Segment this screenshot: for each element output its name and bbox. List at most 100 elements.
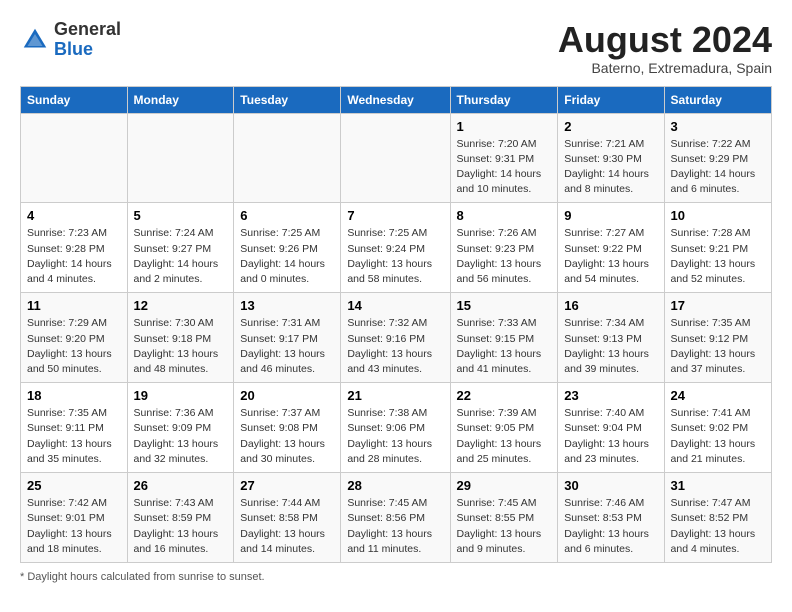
day-info-15: Sunrise: 7:33 AM Sunset: 9:15 PM Dayligh… — [457, 316, 552, 377]
col-saturday: Saturday — [664, 86, 771, 113]
day-number-3: 3 — [671, 119, 765, 134]
day-info-21: Sunrise: 7:38 AM Sunset: 9:06 PM Dayligh… — [347, 406, 443, 467]
cell-w5-d5: 30 Sunrise: 7:46 AM Sunset: 8:53 PM Dayli… — [558, 473, 664, 563]
day-info-14: Sunrise: 7:32 AM Sunset: 9:16 PM Dayligh… — [347, 316, 443, 377]
day-info-23: Sunrise: 7:40 AM Sunset: 9:04 PM Dayligh… — [564, 406, 657, 467]
day-number-9: 9 — [564, 208, 657, 223]
cell-w4-d6: 24Sunrise: 7:41 AM Sunset: 9:02 PM Dayli… — [664, 383, 771, 473]
day-info-12: Sunrise: 7:30 AM Sunset: 9:18 PM Dayligh… — [134, 316, 228, 377]
day-number-11: 11 — [27, 298, 121, 313]
day-info-11: Sunrise: 7:29 AM Sunset: 9:20 PM Dayligh… — [27, 316, 121, 377]
cell-w4-d4: 22 Sunrise: 7:39 AM Sunset: 9:05 PM Dayli… — [450, 383, 558, 473]
cell-w1-d6: 3 Sunrise: 7:22 AM Sunset: 9:29 PM Daylig… — [664, 113, 771, 203]
day-number-13: 13 — [240, 298, 334, 313]
cell-w3-d2: 13 Sunrise: 7:31 AM Sunset: 9:17 PM Dayli… — [234, 293, 341, 383]
cell-w4-d2: 20 Sunrise: 7:37 AM Sunset: 9:08 PM Dayli… — [234, 383, 341, 473]
day-info-18: Sunrise: 7:35 AM Sunset: 9:11 PM Dayligh… — [27, 406, 121, 467]
page-header: General Blue August 2024 Baterno, Extrem… — [20, 20, 772, 76]
day-info-9: Sunrise: 7:27 AM Sunset: 9:22 PM Dayligh… — [564, 226, 657, 287]
day-number-16: 16 — [564, 298, 657, 313]
cell-w3-d4: 15 Sunrise: 7:33 AM Sunset: 9:15 PM Dayli… — [450, 293, 558, 383]
week-row-5: 25Sunrise: 7:42 AM Sunset: 9:01 PM Dayli… — [21, 473, 772, 563]
day-number-30: 30 — [564, 478, 657, 493]
day-info-29: Sunrise: 7:45 AM Sunset: 8:55 PM Dayligh… — [457, 496, 552, 557]
cell-w5-d0: 25Sunrise: 7:42 AM Sunset: 9:01 PM Dayli… — [21, 473, 128, 563]
day-info-17: Sunrise: 7:35 AM Sunset: 9:12 PM Dayligh… — [671, 316, 765, 377]
day-number-24: 24 — [671, 388, 765, 403]
day-info-2: Sunrise: 7:21 AM Sunset: 9:30 PM Dayligh… — [564, 137, 657, 198]
col-tuesday: Tuesday — [234, 86, 341, 113]
day-info-20: Sunrise: 7:37 AM Sunset: 9:08 PM Dayligh… — [240, 406, 334, 467]
day-info-22: Sunrise: 7:39 AM Sunset: 9:05 PM Dayligh… — [457, 406, 552, 467]
day-number-14: 14 — [347, 298, 443, 313]
cell-w1-d5: 2 Sunrise: 7:21 AM Sunset: 9:30 PM Daylig… — [558, 113, 664, 203]
cell-w3-d5: 16Sunrise: 7:34 AM Sunset: 9:13 PM Dayli… — [558, 293, 664, 383]
day-info-13: Sunrise: 7:31 AM Sunset: 9:17 PM Dayligh… — [240, 316, 334, 377]
day-number-22: 22 — [457, 388, 552, 403]
cell-w2-d5: 9 Sunrise: 7:27 AM Sunset: 9:22 PM Daylig… — [558, 203, 664, 293]
day-info-5: Sunrise: 7:24 AM Sunset: 9:27 PM Dayligh… — [134, 226, 228, 287]
day-number-2: 2 — [564, 119, 657, 134]
header-row: Sunday Monday Tuesday Wednesday Thursday… — [21, 86, 772, 113]
day-number-7: 7 — [347, 208, 443, 223]
cell-w3-d0: 11 Sunrise: 7:29 AM Sunset: 9:20 PM Dayli… — [21, 293, 128, 383]
cell-w3-d6: 17 Sunrise: 7:35 AM Sunset: 9:12 PM Dayli… — [664, 293, 771, 383]
day-number-1: 1 — [457, 119, 552, 134]
day-number-4: 4 — [27, 208, 121, 223]
cell-w4-d0: 18 Sunrise: 7:35 AM Sunset: 9:11 PM Dayli… — [21, 383, 128, 473]
day-info-31: Sunrise: 7:47 AM Sunset: 8:52 PM Dayligh… — [671, 496, 765, 557]
cell-w1-d2 — [234, 113, 341, 203]
cell-w2-d0: 4Sunrise: 7:23 AM Sunset: 9:28 PM Daylig… — [21, 203, 128, 293]
day-number-17: 17 — [671, 298, 765, 313]
col-wednesday: Wednesday — [341, 86, 450, 113]
cell-w4-d3: 21 Sunrise: 7:38 AM Sunset: 9:06 PM Dayli… — [341, 383, 450, 473]
day-info-19: Sunrise: 7:36 AM Sunset: 9:09 PM Dayligh… — [134, 406, 228, 467]
day-number-18: 18 — [27, 388, 121, 403]
day-info-27: Sunrise: 7:44 AM Sunset: 8:58 PM Dayligh… — [240, 496, 334, 557]
day-number-29: 29 — [457, 478, 552, 493]
day-info-3: Sunrise: 7:22 AM Sunset: 9:29 PM Dayligh… — [671, 137, 765, 198]
day-number-15: 15 — [457, 298, 552, 313]
logo-text: General Blue — [54, 20, 121, 60]
day-info-28: Sunrise: 7:45 AM Sunset: 8:56 PM Dayligh… — [347, 496, 443, 557]
week-row-1: 1 Sunrise: 7:20 AM Sunset: 9:31 PM Daylig… — [21, 113, 772, 203]
week-row-3: 11 Sunrise: 7:29 AM Sunset: 9:20 PM Dayli… — [21, 293, 772, 383]
cell-w3-d3: 14 Sunrise: 7:32 AM Sunset: 9:16 PM Dayli… — [341, 293, 450, 383]
col-sunday: Sunday — [21, 86, 128, 113]
daylight-note: * Daylight hours calculated from sunrise… — [20, 571, 772, 583]
cell-w4-d5: 23Sunrise: 7:40 AM Sunset: 9:04 PM Dayli… — [558, 383, 664, 473]
day-number-10: 10 — [671, 208, 765, 223]
location: Baterno, Extremadura, Spain — [558, 60, 772, 76]
cell-w5-d3: 28Sunrise: 7:45 AM Sunset: 8:56 PM Dayli… — [341, 473, 450, 563]
day-info-30: Sunrise: 7:46 AM Sunset: 8:53 PM Dayligh… — [564, 496, 657, 557]
cell-w4-d1: 19 Sunrise: 7:36 AM Sunset: 9:09 PM Dayli… — [127, 383, 234, 473]
cell-w3-d1: 12Sunrise: 7:30 AM Sunset: 9:18 PM Dayli… — [127, 293, 234, 383]
cell-w5-d4: 29 Sunrise: 7:45 AM Sunset: 8:55 PM Dayli… — [450, 473, 558, 563]
day-number-6: 6 — [240, 208, 334, 223]
logo-general: General — [54, 19, 121, 39]
day-number-26: 26 — [134, 478, 228, 493]
col-friday: Friday — [558, 86, 664, 113]
day-number-5: 5 — [134, 208, 228, 223]
logo-icon — [20, 25, 50, 55]
day-number-21: 21 — [347, 388, 443, 403]
cell-w2-d3: 7Sunrise: 7:25 AM Sunset: 9:24 PM Daylig… — [341, 203, 450, 293]
cell-w1-d0 — [21, 113, 128, 203]
month-year: August 2024 — [558, 20, 772, 60]
col-thursday: Thursday — [450, 86, 558, 113]
week-row-4: 18 Sunrise: 7:35 AM Sunset: 9:11 PM Dayli… — [21, 383, 772, 473]
day-number-19: 19 — [134, 388, 228, 403]
cell-w5-d1: 26 Sunrise: 7:43 AM Sunset: 8:59 PM Dayli… — [127, 473, 234, 563]
calendar-table: Sunday Monday Tuesday Wednesday Thursday… — [20, 86, 772, 563]
day-info-6: Sunrise: 7:25 AM Sunset: 9:26 PM Dayligh… — [240, 226, 334, 287]
cell-w2-d6: 10Sunrise: 7:28 AM Sunset: 9:21 PM Dayli… — [664, 203, 771, 293]
cell-w1-d3 — [341, 113, 450, 203]
cell-w1-d4: 1 Sunrise: 7:20 AM Sunset: 9:31 PM Daylig… — [450, 113, 558, 203]
day-number-20: 20 — [240, 388, 334, 403]
title-block: August 2024 Baterno, Extremadura, Spain — [558, 20, 772, 76]
day-number-8: 8 — [457, 208, 552, 223]
cell-w2-d1: 5 Sunrise: 7:24 AM Sunset: 9:27 PM Daylig… — [127, 203, 234, 293]
day-info-1: Sunrise: 7:20 AM Sunset: 9:31 PM Dayligh… — [457, 137, 552, 198]
day-info-26: Sunrise: 7:43 AM Sunset: 8:59 PM Dayligh… — [134, 496, 228, 557]
cell-w5-d2: 27Sunrise: 7:44 AM Sunset: 8:58 PM Dayli… — [234, 473, 341, 563]
